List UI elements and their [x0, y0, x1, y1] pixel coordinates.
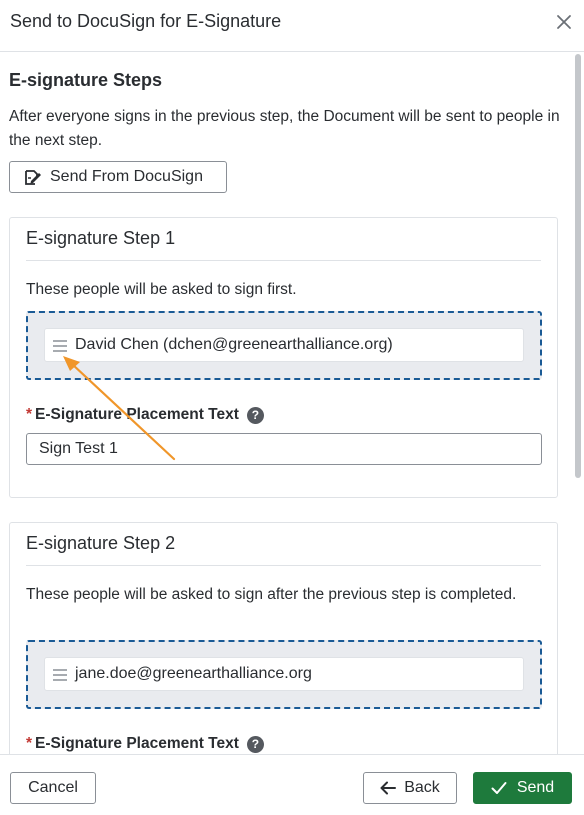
signer-item[interactable]: jane.doe@greenearthalliance.org [44, 657, 524, 691]
step-title: E-signature Step 2 [26, 533, 176, 553]
back-label: Back [404, 779, 440, 796]
divider [26, 260, 541, 261]
drag-handle-icon[interactable] [53, 668, 67, 681]
step-description: These people will be asked to sign after… [26, 586, 517, 603]
signature-step-2: E-signature Step 2 These people will be … [9, 522, 558, 754]
required-marker: * [26, 735, 33, 752]
placement-label-text: E-Signature Placement Text [35, 406, 239, 423]
step-title: E-signature Step 1 [26, 228, 176, 248]
signer-item[interactable]: David Chen (dchen@greenearthalliance.org… [44, 328, 524, 362]
cancel-button[interactable]: Cancel [10, 772, 96, 804]
dialog-body: E-signature Steps After everyone signs i… [0, 52, 584, 754]
signer-name: David Chen (dchen@greenearthalliance.org… [75, 336, 393, 353]
step-description: These people will be asked to sign first… [26, 281, 297, 298]
sign-document-icon [24, 168, 42, 186]
signature-step-1: E-signature Step 1 These people will be … [9, 217, 558, 498]
signer-name: jane.doe@greenearthalliance.org [75, 665, 312, 682]
back-button[interactable]: Back [363, 772, 457, 804]
help-icon[interactable]: ? [246, 406, 264, 424]
cancel-label: Cancel [28, 779, 78, 796]
send-button[interactable]: Send [473, 772, 572, 804]
send-label: Send [516, 779, 555, 796]
placement-text-label: * E-Signature Placement Text ? [26, 735, 264, 753]
divider [26, 565, 541, 566]
placement-text-input[interactable] [26, 433, 542, 465]
section-description: After everyone signs in the previous ste… [9, 108, 560, 149]
placement-text-label: * E-Signature Placement Text ? [26, 406, 264, 424]
section-title: E-signature Steps [9, 70, 163, 90]
send-from-docusign-button[interactable]: Send From DocuSign [9, 161, 227, 193]
scrollbar-thumb[interactable] [575, 54, 581, 478]
placement-label-text: E-Signature Placement Text [35, 735, 239, 752]
dialog-header: Send to DocuSign for E-Signature [0, 0, 584, 52]
drag-handle-icon[interactable] [53, 339, 67, 352]
signer-dropzone[interactable]: jane.doe@greenearthalliance.org [26, 640, 542, 709]
dialog-title: Send to DocuSign for E-Signature [10, 11, 282, 31]
scrollbar[interactable] [575, 52, 581, 754]
close-icon[interactable] [554, 12, 574, 32]
checkmark-icon [491, 781, 507, 795]
required-marker: * [26, 406, 33, 423]
help-icon[interactable]: ? [246, 735, 264, 753]
signer-dropzone[interactable]: David Chen (dchen@greenearthalliance.org… [26, 311, 542, 380]
dialog-footer: Cancel Back Send [0, 754, 584, 815]
arrow-left-icon [380, 781, 397, 795]
send-from-docusign-label: Send From DocuSign [50, 168, 203, 185]
